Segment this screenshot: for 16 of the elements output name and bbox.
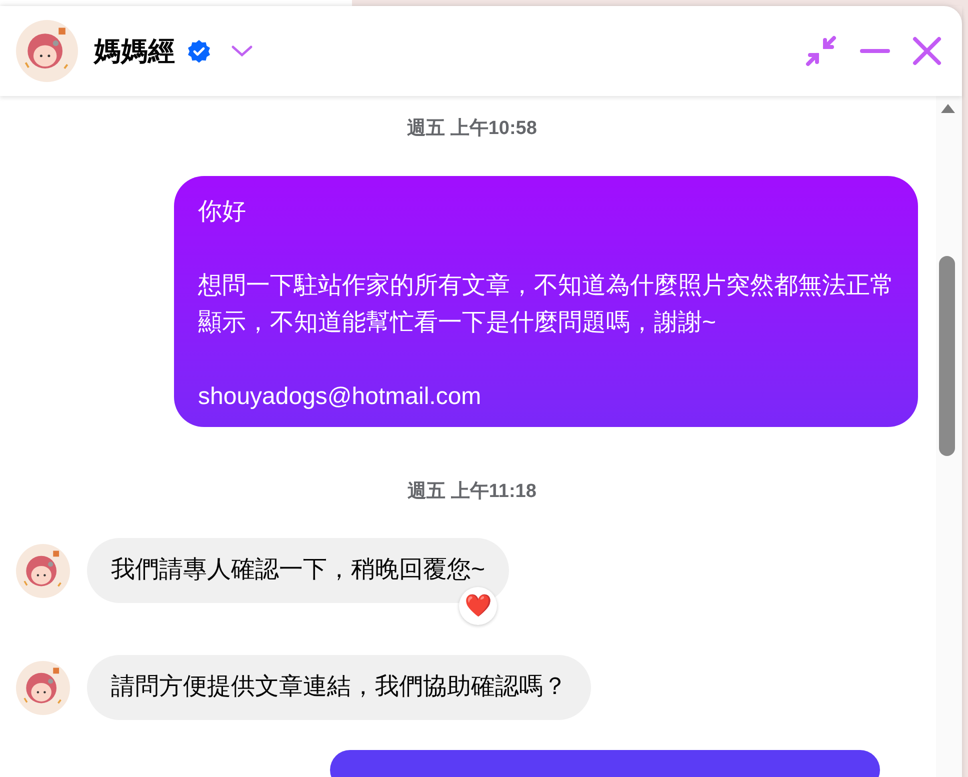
scrollbar-thumb[interactable] (939, 256, 955, 456)
scrollbar[interactable] (936, 96, 962, 777)
timestamp: 週五 上午10:58 (407, 117, 537, 141)
scroll-up-icon[interactable] (939, 102, 957, 114)
received-message-bubble: 請問方便提供文章連結，我們協助確認嗎？ (87, 655, 591, 720)
close-icon[interactable] (912, 36, 942, 66)
timestamp: 週五 上午11:18 (408, 480, 536, 504)
minimize-icon[interactable] (860, 48, 890, 54)
shrink-icon[interactable] (804, 34, 838, 68)
avatar[interactable] (16, 660, 70, 714)
avatar[interactable] (16, 20, 78, 82)
chevron-down-icon[interactable] (231, 44, 253, 58)
chat-title: 媽媽經 (94, 34, 175, 68)
sent-message-bubble: 你好 想問一下駐站作家的所有文章，不知道為什麼照片突然都無法正常顯示，不知道能幫忙看一下是什麼問題嗎，謝謝~ shouyadogs@hotmail.com (174, 176, 918, 426)
reaction-badge[interactable]: ❤ (459, 587, 498, 625)
avatar[interactable] (16, 544, 70, 598)
